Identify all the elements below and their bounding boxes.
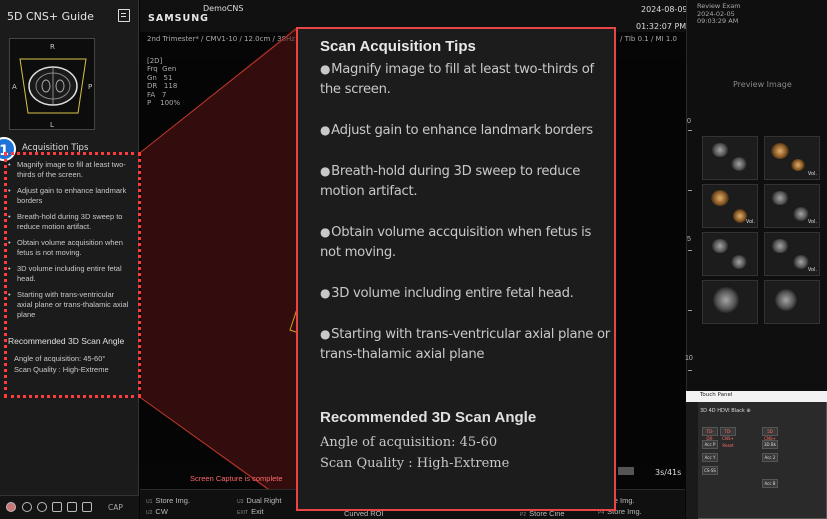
touch-panel-tabs[interactable]: 3D 4D HDVI Black ⊕ xyxy=(700,408,751,414)
capture-status: Screen Capture is complete xyxy=(190,474,283,483)
touch-button[interactable]: TD-CNS+ Reset xyxy=(720,427,736,448)
callout-recommended-heading: Recommended 3D Scan Angle xyxy=(320,409,537,426)
scale-tick xyxy=(688,250,692,251)
scale-label-5: 5 xyxy=(687,236,691,243)
scale-tick xyxy=(688,130,692,131)
tips-callout-overlay: Scan Acquisition Tips Magnify image to f… xyxy=(296,27,616,511)
thumbnail[interactable]: Vol. xyxy=(702,184,758,228)
guide-title: 5D CNS+ Guide xyxy=(7,10,94,23)
callout-tips-list: Magnify image to fill at least two-third… xyxy=(320,59,612,385)
callout-tip: Adjust gain to enhance landmark borders xyxy=(320,120,612,141)
thumbnail[interactable] xyxy=(702,136,758,180)
callout-angle-line: Angle of acquisition: 45-60 xyxy=(320,435,498,450)
touch-button[interactable]: Acc 2 xyxy=(762,453,778,462)
callout-tip: 3D volume including entire fetal head. xyxy=(320,283,612,304)
touch-button[interactable]: Acc Y xyxy=(702,453,718,462)
thumbnail[interactable] xyxy=(702,280,758,324)
frame-counter: 3s/41s xyxy=(655,468,682,477)
print-icon[interactable] xyxy=(67,502,77,512)
callout-tip: Magnify image to fill at least two-third… xyxy=(320,59,612,100)
fetal-head-diagram: R A P L xyxy=(9,38,95,130)
thumbnail-grid: Vol. Vol. Vol. Vol. xyxy=(702,136,824,324)
clock-icon[interactable] xyxy=(37,502,47,512)
scale-label-0: 0 xyxy=(687,118,691,125)
scale-tick xyxy=(688,310,692,311)
scale-tick xyxy=(688,190,692,191)
touch-button[interactable]: Acc P xyxy=(702,440,718,449)
touch-panel-titlebar: Touch Panel xyxy=(686,391,827,402)
callout-quality-line: Scan Quality : High-Extreme xyxy=(320,456,510,471)
callout-tip: Obtain volume accquisition when fetus is… xyxy=(320,222,612,263)
diagram-label-r: R xyxy=(50,43,55,51)
scale-tick xyxy=(688,370,692,371)
record-icon[interactable] xyxy=(82,502,92,512)
thumbnail[interactable] xyxy=(702,232,758,276)
user-icon[interactable] xyxy=(6,502,16,512)
scale-label-10: 10 xyxy=(685,355,693,362)
touch-panel-sidebar xyxy=(686,402,698,519)
disc-icon[interactable] xyxy=(22,502,32,512)
review-exam-title: Review Exam 2024-02-05 09:03:29 AM xyxy=(697,2,741,25)
diagram-label-a: A xyxy=(12,83,17,91)
thumbnail[interactable]: Vol. xyxy=(764,136,820,180)
thumbnail[interactable]: Vol. xyxy=(764,232,820,276)
touch-button[interactable]: Acc B xyxy=(762,479,778,488)
touch-button[interactable]: TD-OR-Lite xyxy=(702,427,718,448)
touch-button[interactable]: 5D CNS+ xyxy=(762,427,778,441)
caps-indicator: CAP xyxy=(108,503,123,512)
diagram-label-p: P xyxy=(88,83,92,91)
softkey-exit[interactable]: EXIT Exit xyxy=(237,507,264,516)
ultrasound-screen: SAMSUNG DemoCNS 2024-08-09 01:32:07 PM 2… xyxy=(0,0,827,519)
thumbnail[interactable] xyxy=(764,280,820,324)
book-icon[interactable] xyxy=(118,9,130,22)
callout-tip: Starting with trans-ventricular axial pl… xyxy=(320,324,612,365)
preview-image-label: Preview Image xyxy=(733,80,792,89)
softkey-cw[interactable]: U2 CW xyxy=(146,507,168,516)
highlight-dotted-box xyxy=(4,152,141,398)
callout-title: Scan Acquisition Tips xyxy=(320,38,476,55)
network-icon[interactable] xyxy=(52,502,62,512)
touch-button[interactable]: CS-SS xyxy=(702,466,718,475)
diagram-label-l: L xyxy=(50,121,54,129)
softkey-store-img[interactable]: U1 Store Img. xyxy=(146,496,190,505)
thumbnail[interactable]: Vol. xyxy=(764,184,820,228)
softkey-dual-right[interactable]: U3 Dual Right xyxy=(237,496,281,505)
touch-button[interactable]: 3D Bk xyxy=(762,440,778,449)
callout-tip: Breath-hold during 3D sweep to reduce mo… xyxy=(320,161,612,202)
cine-progress-bar[interactable] xyxy=(618,467,634,475)
